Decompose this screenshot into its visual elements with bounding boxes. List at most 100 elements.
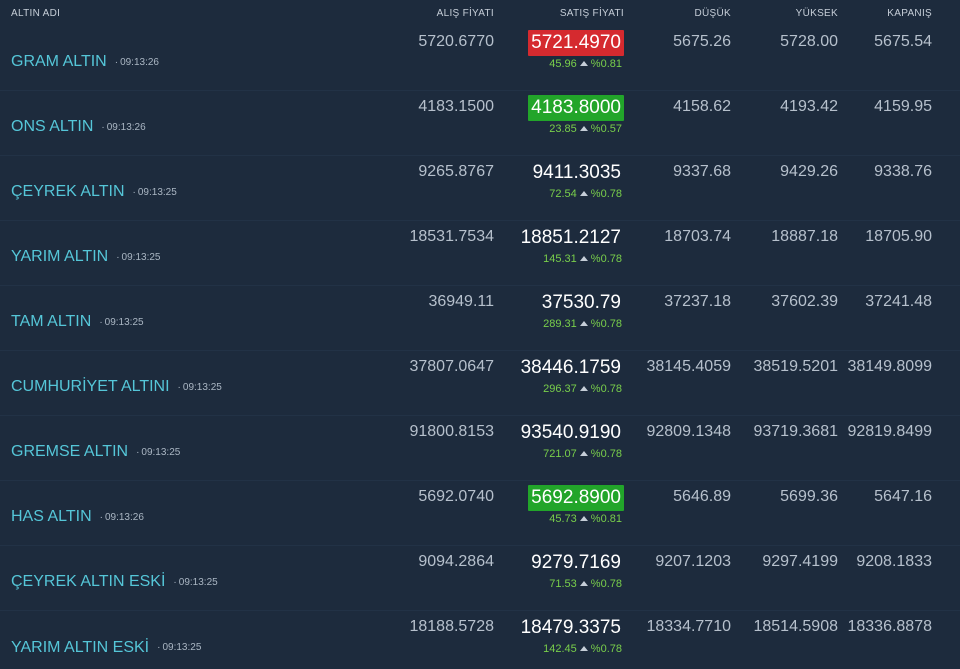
low-price: 9207.1203 <box>655 553 731 570</box>
low-price: 92809.1348 <box>646 423 731 440</box>
close-price: 18705.90 <box>865 228 932 245</box>
close-price: 4159.95 <box>874 98 932 115</box>
header-yuksek[interactable]: YÜKSEK <box>731 8 838 19</box>
gold-name-link[interactable]: GRAM ALTIN <box>11 53 107 71</box>
sell-price-cell: 38446.1759 296.37 %0.78 <box>494 351 624 415</box>
buy-price: 9265.8767 <box>418 163 494 180</box>
close-price: 9338.76 <box>874 163 932 180</box>
update-time: · 09:13:26 <box>99 511 144 523</box>
update-time-value: 09:13:25 <box>104 316 144 328</box>
gold-name-link[interactable]: YARIM ALTIN ESKİ <box>11 639 149 657</box>
low-price: 5675.26 <box>673 33 731 50</box>
high-price: 4193.42 <box>780 98 838 115</box>
sell-price-cell: 18851.2127 145.31 %0.78 <box>494 221 624 285</box>
change-info: 45.73 %0.81 <box>549 513 624 525</box>
table-row[interactable]: HAS ALTIN · 09:13:26 5692.0740 5692.8900 … <box>0 481 960 546</box>
header-alis[interactable]: ALIŞ FİYATI <box>390 8 494 19</box>
change-info: 289.31 %0.78 <box>543 318 624 330</box>
gold-name-link[interactable]: CUMHURİYET ALTINI <box>11 378 170 396</box>
table-row[interactable]: GRAM ALTIN · 09:13:26 5720.6770 5721.4970… <box>0 26 960 91</box>
change-value: 296.37 <box>543 383 577 395</box>
gold-name-cell: ÇEYREK ALTIN ESKİ · 09:13:25 <box>0 546 390 610</box>
gold-name-link[interactable]: GREMSE ALTIN <box>11 443 128 461</box>
gold-name-link[interactable]: YARIM ALTIN <box>11 248 108 266</box>
sell-price: 5721.4970 <box>528 30 624 56</box>
header-name[interactable]: ALTIN ADI <box>0 8 390 19</box>
sell-price: 9411.3035 <box>532 162 621 183</box>
header-kapanis[interactable]: KAPANIŞ <box>838 8 946 19</box>
up-arrow-icon <box>579 256 588 261</box>
update-time-value: 09:13:25 <box>141 446 181 458</box>
sell-price: 4183.8000 <box>528 95 624 121</box>
update-time: · 09:13:26 <box>101 121 146 133</box>
change-value: 72.54 <box>549 188 577 200</box>
update-time: · 09:13:25 <box>116 251 161 263</box>
sell-price-cell: 4183.8000 23.85 %0.57 <box>494 91 624 155</box>
sell-price-cell: 37530.79 289.31 %0.78 <box>494 286 624 350</box>
table-row[interactable]: YARIM ALTIN ESKİ · 09:13:25 18188.5728 18… <box>0 611 960 669</box>
close-price: 18336.8878 <box>847 618 932 635</box>
high-price: 18887.18 <box>771 228 838 245</box>
high-price: 9429.26 <box>780 163 838 180</box>
gold-name-cell: TAM ALTIN · 09:13:25 <box>0 286 390 350</box>
sell-price-cell: 5721.4970 45.96 %0.81 <box>494 26 624 90</box>
change-percent: %0.81 <box>590 58 622 70</box>
gold-name-link[interactable]: TAM ALTIN <box>11 313 91 331</box>
table-row[interactable]: GREMSE ALTIN · 09:13:25 91800.8153 93540.… <box>0 416 960 481</box>
close-price: 38149.8099 <box>847 358 932 375</box>
low-price: 18703.74 <box>664 228 731 245</box>
close-price: 92819.8499 <box>847 423 932 440</box>
sell-price-cell: 9411.3035 72.54 %0.78 <box>494 156 624 220</box>
buy-price: 18531.7534 <box>409 228 494 245</box>
header-dusuk[interactable]: DÜŞÜK <box>624 8 731 19</box>
table-row[interactable]: CUMHURİYET ALTINI · 09:13:25 37807.0647 3… <box>0 351 960 416</box>
high-price: 37602.39 <box>771 293 838 310</box>
table-row[interactable]: ÇEYREK ALTIN · 09:13:25 9265.8767 9411.30… <box>0 156 960 221</box>
sell-price-cell: 5692.8900 45.73 %0.81 <box>494 481 624 545</box>
close-price: 37241.48 <box>865 293 932 310</box>
change-value: 45.96 <box>549 58 577 70</box>
change-info: 296.37 %0.78 <box>543 383 624 395</box>
up-arrow-icon <box>579 61 588 66</box>
gold-name-cell: ONS ALTIN · 09:13:26 <box>0 91 390 155</box>
change-info: 142.45 %0.78 <box>543 643 624 655</box>
close-price: 5675.54 <box>874 33 932 50</box>
update-time-value: 09:13:26 <box>104 511 144 523</box>
table-body: GRAM ALTIN · 09:13:26 5720.6770 5721.4970… <box>0 26 960 669</box>
gold-price-table: ALTIN ADI ALIŞ FİYATI SATIŞ FİYATI DÜŞÜK… <box>0 0 960 669</box>
up-arrow-icon <box>579 386 588 391</box>
change-percent: %0.78 <box>590 643 622 655</box>
low-price: 5646.89 <box>673 488 731 505</box>
table-header: ALTIN ADI ALIŞ FİYATI SATIŞ FİYATI DÜŞÜK… <box>0 0 960 26</box>
buy-price: 36949.11 <box>428 293 494 310</box>
gold-name-link[interactable]: HAS ALTIN <box>11 508 92 526</box>
header-satis[interactable]: SATIŞ FİYATI <box>494 8 624 19</box>
table-row[interactable]: ÇEYREK ALTIN ESKİ · 09:13:25 9094.2864 92… <box>0 546 960 611</box>
gold-name-link[interactable]: ÇEYREK ALTIN <box>11 183 125 201</box>
buy-price: 5720.6770 <box>418 33 494 50</box>
sell-price: 9279.7169 <box>531 552 621 573</box>
buy-price: 91800.8153 <box>409 423 494 440</box>
update-time: · 09:13:25 <box>99 316 144 328</box>
buy-price: 4183.1500 <box>418 98 494 115</box>
gold-name-cell: YARIM ALTIN ESKİ · 09:13:25 <box>0 611 390 669</box>
sell-price-cell: 18479.3375 142.45 %0.78 <box>494 611 624 669</box>
gold-name-link[interactable]: ONS ALTIN <box>11 118 93 136</box>
change-percent: %0.78 <box>590 383 622 395</box>
gold-name-link[interactable]: ÇEYREK ALTIN ESKİ <box>11 573 165 591</box>
up-arrow-icon <box>579 646 588 651</box>
high-price: 5699.36 <box>780 488 838 505</box>
table-row[interactable]: YARIM ALTIN · 09:13:25 18531.7534 18851.2… <box>0 221 960 286</box>
table-row[interactable]: TAM ALTIN · 09:13:25 36949.11 37530.79 28… <box>0 286 960 351</box>
up-arrow-icon <box>579 126 588 131</box>
close-price: 5647.16 <box>874 488 932 505</box>
update-time-value: 09:13:25 <box>178 576 218 588</box>
change-value: 71.53 <box>549 578 577 590</box>
update-time: · 09:13:26 <box>114 56 159 68</box>
gold-name-cell: GREMSE ALTIN · 09:13:25 <box>0 416 390 480</box>
update-time: · 09:13:25 <box>173 576 218 588</box>
change-info: 721.07 %0.78 <box>543 448 624 460</box>
table-row[interactable]: ONS ALTIN · 09:13:26 4183.1500 4183.8000 … <box>0 91 960 156</box>
up-arrow-icon <box>579 321 588 326</box>
change-percent: %0.57 <box>590 123 622 135</box>
